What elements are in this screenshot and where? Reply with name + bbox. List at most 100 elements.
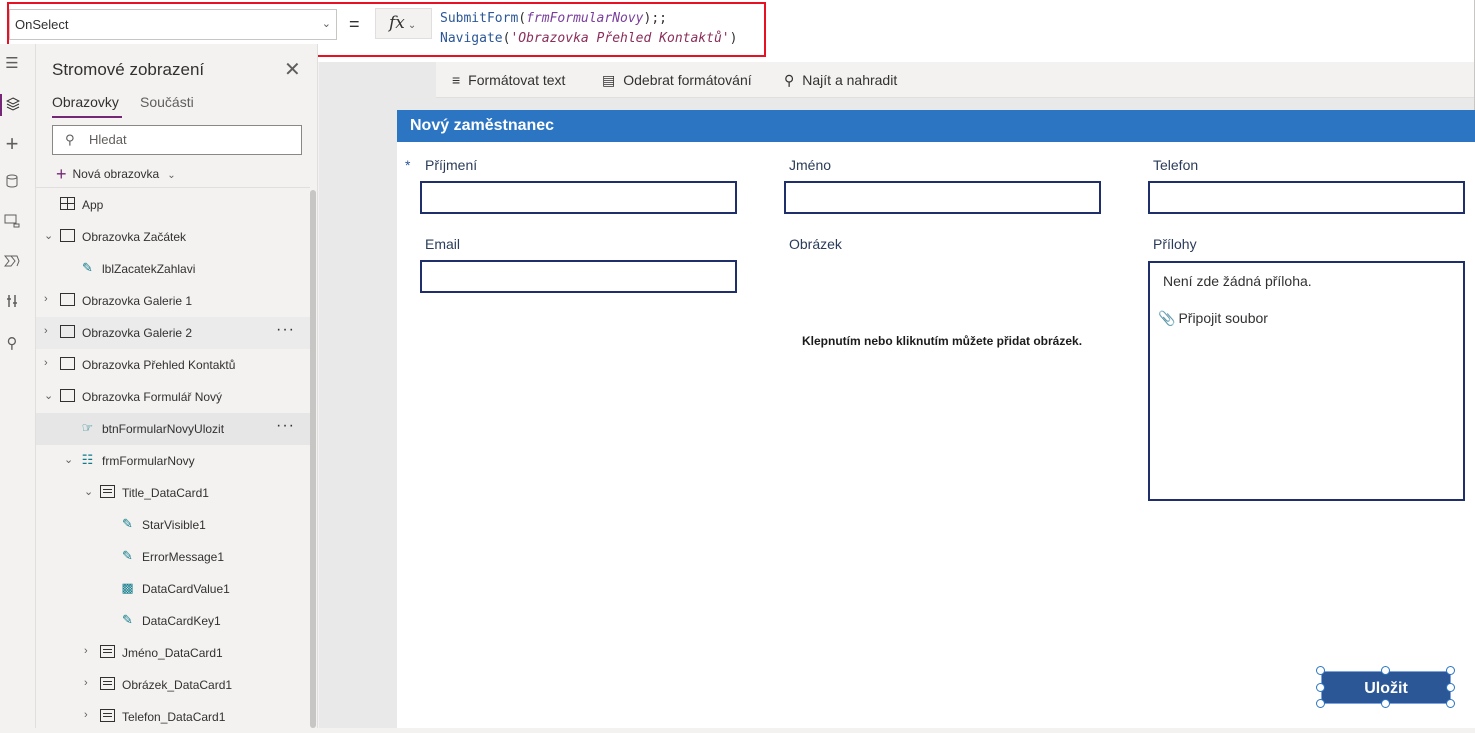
add-image-area[interactable]: Klepnutím nebo kliknutím můžete přidat o… bbox=[802, 334, 1082, 348]
resize-handle[interactable] bbox=[1316, 699, 1325, 708]
label-obrazek: Obrázek bbox=[789, 236, 842, 252]
tree-node-star-visible[interactable]: ✎ StarVisible1 bbox=[36, 509, 310, 541]
tab-components[interactable]: Součásti bbox=[140, 94, 194, 110]
label-control-icon: ✎ bbox=[82, 260, 93, 275]
tree-node-label: ErrorMessage1 bbox=[142, 550, 225, 564]
more-options-icon[interactable]: ··· bbox=[276, 321, 295, 339]
tree-node-form[interactable]: ⌄ ☷ frmFormularNovy bbox=[36, 445, 310, 477]
chevron-right-icon[interactable]: › bbox=[84, 645, 88, 657]
tree-node-label: App bbox=[82, 198, 104, 212]
tree-node-screen-gallery2[interactable]: › Obrazovka Galerie 2 ··· bbox=[36, 317, 310, 349]
tree-node-app[interactable]: App bbox=[36, 189, 310, 221]
resize-handle[interactable] bbox=[1316, 666, 1325, 675]
active-tab-indicator bbox=[52, 116, 122, 118]
input-jmeno[interactable] bbox=[784, 181, 1101, 214]
format-text-icon: ≡ bbox=[452, 72, 461, 88]
tree-node-button-save[interactable]: ☞ btnFormularNovyUlozit ··· bbox=[36, 413, 310, 445]
label-control-icon: ✎ bbox=[122, 612, 133, 627]
app-screen: Nový zaměstnanec * Příjmení Jméno Telefo… bbox=[397, 110, 1475, 728]
form-header: Nový zaměstnanec bbox=[397, 110, 1475, 142]
chevron-down-icon[interactable]: ⌄ bbox=[44, 229, 53, 242]
datacard-icon bbox=[100, 645, 115, 658]
required-star: * bbox=[405, 157, 411, 173]
tree-node-screen-contacts[interactable]: › Obrazovka Přehled Kontaktů bbox=[36, 349, 310, 381]
chevron-right-icon[interactable]: › bbox=[84, 709, 88, 721]
attach-file-label: Připojit soubor bbox=[1178, 310, 1268, 326]
chevron-right-icon[interactable]: › bbox=[44, 293, 48, 305]
tree-node-label: Obrazovka Galerie 2 bbox=[82, 326, 193, 340]
find-replace-button[interactable]: ⚲ Najít a nahradit bbox=[784, 72, 897, 89]
tree-scrollbar[interactable] bbox=[310, 190, 316, 728]
chevron-right-icon[interactable]: › bbox=[44, 357, 48, 369]
tree-node-error-message[interactable]: ✎ ErrorMessage1 bbox=[36, 541, 310, 573]
format-text-label: Formátovat text bbox=[468, 72, 566, 88]
tab-screens[interactable]: Obrazovky bbox=[52, 94, 119, 110]
tree-node-label: Obrazovka Začátek bbox=[82, 230, 187, 244]
button-control-icon: ☞ bbox=[81, 420, 94, 435]
tree-node-label-control[interactable]: ✎ lblZacatekZahlavi bbox=[36, 253, 310, 285]
resize-handle[interactable] bbox=[1381, 699, 1390, 708]
tree-node-label: lblZacatekZahlavi bbox=[102, 262, 196, 276]
tab-components-label: Součásti bbox=[140, 94, 194, 110]
datacard-icon bbox=[100, 485, 115, 498]
form-title: Nový zaměstnanec bbox=[410, 117, 555, 134]
tree-node-datacard-jmeno[interactable]: › Jméno_DataCard1 bbox=[36, 637, 310, 669]
plus-icon[interactable]: + bbox=[2, 133, 22, 155]
database-icon[interactable] bbox=[2, 174, 22, 194]
label-control-icon: ✎ bbox=[122, 548, 133, 563]
media-icon[interactable] bbox=[2, 214, 22, 234]
new-screen-label: Nová obrazovka bbox=[72, 167, 160, 181]
screen-icon bbox=[60, 325, 75, 338]
tree-node-datacard-value[interactable]: ▩ DataCardValue1 bbox=[36, 573, 310, 605]
search-icon[interactable]: ⚲ bbox=[2, 334, 22, 354]
tab-screens-label: Obrazovky bbox=[52, 94, 119, 110]
input-email[interactable] bbox=[420, 260, 737, 293]
tree-node-label: Jméno_DataCard1 bbox=[122, 646, 223, 660]
datacard-icon bbox=[100, 709, 115, 722]
tree-search-box: ⚲ bbox=[52, 125, 302, 155]
label-email: Email bbox=[425, 236, 461, 252]
flow-icon[interactable] bbox=[2, 254, 22, 274]
layers-icon[interactable] bbox=[0, 94, 24, 116]
tree-node-label: Obrazovka Přehled Kontaktů bbox=[82, 358, 236, 372]
resize-handle[interactable] bbox=[1446, 683, 1455, 692]
chevron-down-icon[interactable]: ⌄ bbox=[84, 485, 93, 498]
tree-node-screen-gallery1[interactable]: › Obrazovka Galerie 1 bbox=[36, 285, 310, 317]
input-prijmeni[interactable] bbox=[420, 181, 737, 214]
hamburger-icon[interactable]: ☰ bbox=[2, 54, 22, 74]
input-telefon[interactable] bbox=[1148, 181, 1465, 214]
attach-file-link[interactable]: 📎 Připojit soubor bbox=[1158, 310, 1268, 327]
tree-node-datacard-title[interactable]: ⌄ Title_DataCard1 bbox=[36, 477, 310, 509]
left-rail: ☰ + ⚲ bbox=[0, 44, 36, 728]
chevron-right-icon[interactable]: › bbox=[84, 677, 88, 689]
tree-node-datacard-obrazek[interactable]: › Obrázek_DataCard1 bbox=[36, 669, 310, 701]
tree-node-datacard-telefon[interactable]: › Telefon_DataCard1 bbox=[36, 701, 310, 733]
chevron-down-icon: ⌄ bbox=[167, 170, 176, 181]
close-icon[interactable]: ✕ bbox=[284, 57, 301, 82]
tree-node-screen-form-new[interactable]: ⌄ Obrazovka Formulář Nový bbox=[36, 381, 310, 413]
screen-icon bbox=[60, 357, 75, 370]
tools-icon[interactable] bbox=[2, 294, 22, 314]
app-icon bbox=[60, 197, 75, 210]
divider bbox=[36, 187, 310, 188]
tree-search-input[interactable] bbox=[87, 131, 287, 148]
label-prilohy: Přílohy bbox=[1153, 236, 1197, 252]
screen-icon bbox=[60, 293, 75, 306]
chevron-right-icon[interactable]: › bbox=[44, 325, 48, 337]
resize-handle[interactable] bbox=[1316, 683, 1325, 692]
remove-formatting-button[interactable]: ▤ Odebrat formátování bbox=[602, 72, 752, 89]
chevron-down-icon[interactable]: ⌄ bbox=[64, 453, 73, 466]
tree-node-datacard-key[interactable]: ✎ DataCardKey1 bbox=[36, 605, 310, 637]
format-text-button[interactable]: ≡ Formátovat text bbox=[452, 72, 565, 88]
resize-handle[interactable] bbox=[1446, 666, 1455, 675]
tree-node-label: Obrazovka Galerie 1 bbox=[82, 294, 193, 308]
resize-handle[interactable] bbox=[1446, 699, 1455, 708]
new-screen-button[interactable]: + Nová obrazovka ⌄ bbox=[56, 162, 176, 184]
tree-node-label: StarVisible1 bbox=[142, 518, 206, 532]
more-options-icon[interactable]: ··· bbox=[276, 417, 295, 435]
tree-node-screen-start[interactable]: ⌄ Obrazovka Začátek bbox=[36, 221, 310, 253]
tree-node-label: frmFormularNovy bbox=[102, 454, 195, 468]
chevron-down-icon[interactable]: ⌄ bbox=[44, 389, 53, 402]
resize-handle[interactable] bbox=[1381, 666, 1390, 675]
find-replace-label: Najít a nahradit bbox=[802, 72, 898, 88]
